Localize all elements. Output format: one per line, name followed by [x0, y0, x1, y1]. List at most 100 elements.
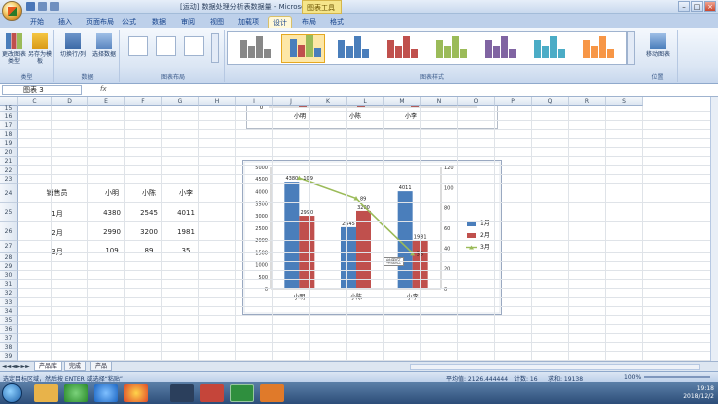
close-button[interactable]: ×: [704, 1, 716, 12]
column-header[interactable]: D: [52, 97, 88, 106]
save-as-template-button[interactable]: 另存为模板: [28, 33, 52, 65]
column-header[interactable]: E: [88, 97, 125, 106]
sheet-tab-done[interactable]: 完成: [64, 362, 87, 371]
office-button[interactable]: [2, 1, 22, 21]
chart-style-option[interactable]: [526, 34, 570, 63]
row-header[interactable]: 32: [0, 289, 18, 298]
file-explorer-icon[interactable]: [34, 384, 58, 402]
row-header[interactable]: 21: [0, 157, 18, 166]
maximize-button[interactable]: □: [691, 1, 703, 12]
row-header[interactable]: 23: [0, 175, 18, 184]
select-data-button[interactable]: 选择数据: [89, 33, 119, 58]
vertical-scrollbar[interactable]: [710, 97, 718, 361]
row-header[interactable]: 30: [0, 271, 18, 280]
column-header[interactable]: O: [458, 97, 495, 106]
media-player-icon[interactable]: [170, 384, 194, 402]
table-header-salesperson[interactable]: 销售员: [38, 188, 76, 198]
tab-layout[interactable]: 布局: [298, 16, 320, 28]
column-header[interactable]: J: [273, 97, 310, 106]
row-header[interactable]: 35: [0, 316, 18, 325]
row-header[interactable]: 37: [0, 334, 18, 343]
column-header[interactable]: R: [569, 97, 606, 106]
undo-icon[interactable]: [38, 2, 47, 11]
column-header[interactable]: S: [606, 97, 643, 106]
layout-thumb-3[interactable]: [184, 36, 204, 56]
horizontal-scrollbar[interactable]: [410, 364, 700, 370]
chart-style-option[interactable]: [575, 34, 619, 63]
sheet-tab-product[interactable]: 产品: [90, 362, 113, 371]
row-header[interactable]: 18: [0, 130, 18, 139]
layout-gallery-scroll[interactable]: [211, 33, 219, 63]
row-header[interactable]: 22: [0, 166, 18, 175]
row-header[interactable]: 17: [0, 121, 18, 130]
tab-formulas[interactable]: 公式: [118, 16, 140, 28]
tab-page-layout[interactable]: 页面布局: [82, 16, 118, 28]
system-tray-clock[interactable]: 19:18 2018/12/2: [683, 385, 714, 401]
switch-row-column-button[interactable]: 切换行/列: [58, 33, 88, 58]
chart-style-option[interactable]: [428, 34, 472, 63]
tab-data[interactable]: 数据: [148, 16, 170, 28]
ie-icon[interactable]: [94, 384, 118, 402]
app-icon[interactable]: [260, 384, 284, 402]
row-header[interactable]: 29: [0, 262, 18, 271]
column-header[interactable]: H: [199, 97, 236, 106]
row-header[interactable]: 31: [0, 280, 18, 289]
row-header[interactable]: 20: [0, 148, 18, 157]
chart-style-option[interactable]: [232, 34, 276, 63]
row-header[interactable]: 27: [0, 241, 18, 253]
column-header[interactable]: Q: [532, 97, 569, 106]
row-header[interactable]: 36: [0, 325, 18, 334]
fx-icon[interactable]: fx: [100, 85, 107, 93]
sheet-tab-products[interactable]: 产品库: [34, 362, 63, 371]
name-box[interactable]: 图表 3: [2, 85, 82, 95]
sheet-nav-arrows[interactable]: ◄◄◄►►►: [2, 363, 30, 370]
tab-home[interactable]: 开始: [26, 16, 48, 28]
column-header[interactable]: M: [384, 97, 421, 106]
change-chart-type-button[interactable]: 更改图表类型: [2, 33, 26, 65]
column-header[interactable]: G: [162, 97, 199, 106]
column-header[interactable]: L: [347, 97, 384, 106]
column-header[interactable]: F: [125, 97, 162, 106]
chrome-icon[interactable]: [124, 384, 148, 402]
table-cell-month2[interactable]: 2月: [38, 228, 76, 238]
powerpoint-icon[interactable]: [200, 384, 224, 402]
layout-thumb-1[interactable]: [128, 36, 148, 56]
row-header[interactable]: 34: [0, 307, 18, 316]
column-header[interactable]: P: [495, 97, 532, 106]
row-header[interactable]: 19: [0, 139, 18, 148]
move-chart-button[interactable]: 移动图表: [642, 33, 674, 58]
row-header[interactable]: 24: [0, 184, 18, 203]
tab-addins[interactable]: 加载项: [234, 16, 263, 28]
tab-insert[interactable]: 插入: [54, 16, 76, 28]
start-button[interactable]: [2, 383, 22, 403]
layout-thumb-2[interactable]: [156, 36, 176, 56]
excel-icon[interactable]: [230, 384, 254, 402]
tab-design[interactable]: 设计: [268, 16, 292, 28]
row-header[interactable]: 33: [0, 298, 18, 307]
minimize-button[interactable]: –: [678, 1, 690, 12]
table-cell-month1[interactable]: 1月: [38, 209, 76, 219]
column-header[interactable]: N: [421, 97, 458, 106]
column-header[interactable]: K: [310, 97, 347, 106]
column-header[interactable]: I: [236, 97, 273, 106]
redo-icon[interactable]: [50, 2, 59, 11]
row-header[interactable]: 25: [0, 203, 18, 222]
tab-view[interactable]: 视图: [206, 16, 228, 28]
chart-style-option[interactable]: [281, 34, 325, 63]
save-icon[interactable]: [26, 2, 35, 11]
tab-format[interactable]: 格式: [326, 16, 348, 28]
chart-style-option[interactable]: [330, 34, 374, 63]
chart-style-option[interactable]: [379, 34, 423, 63]
worksheet-grid[interactable]: 销售员 小明 小陈 小李 1月 4380 2545 4011 2月 2990 3…: [0, 97, 710, 361]
row-header[interactable]: 16: [0, 112, 18, 121]
row-header[interactable]: 28: [0, 253, 18, 262]
row-header[interactable]: 38: [0, 343, 18, 352]
column-header[interactable]: C: [18, 97, 52, 106]
chart-style-option[interactable]: [477, 34, 521, 63]
row-header[interactable]: 39: [0, 352, 18, 361]
tab-review[interactable]: 审阅: [177, 16, 199, 28]
browser-360-icon[interactable]: [64, 384, 88, 402]
zoom-slider[interactable]: [644, 376, 710, 378]
zoom-level[interactable]: 100%: [624, 374, 641, 381]
styles-gallery-scroll[interactable]: [627, 31, 635, 65]
